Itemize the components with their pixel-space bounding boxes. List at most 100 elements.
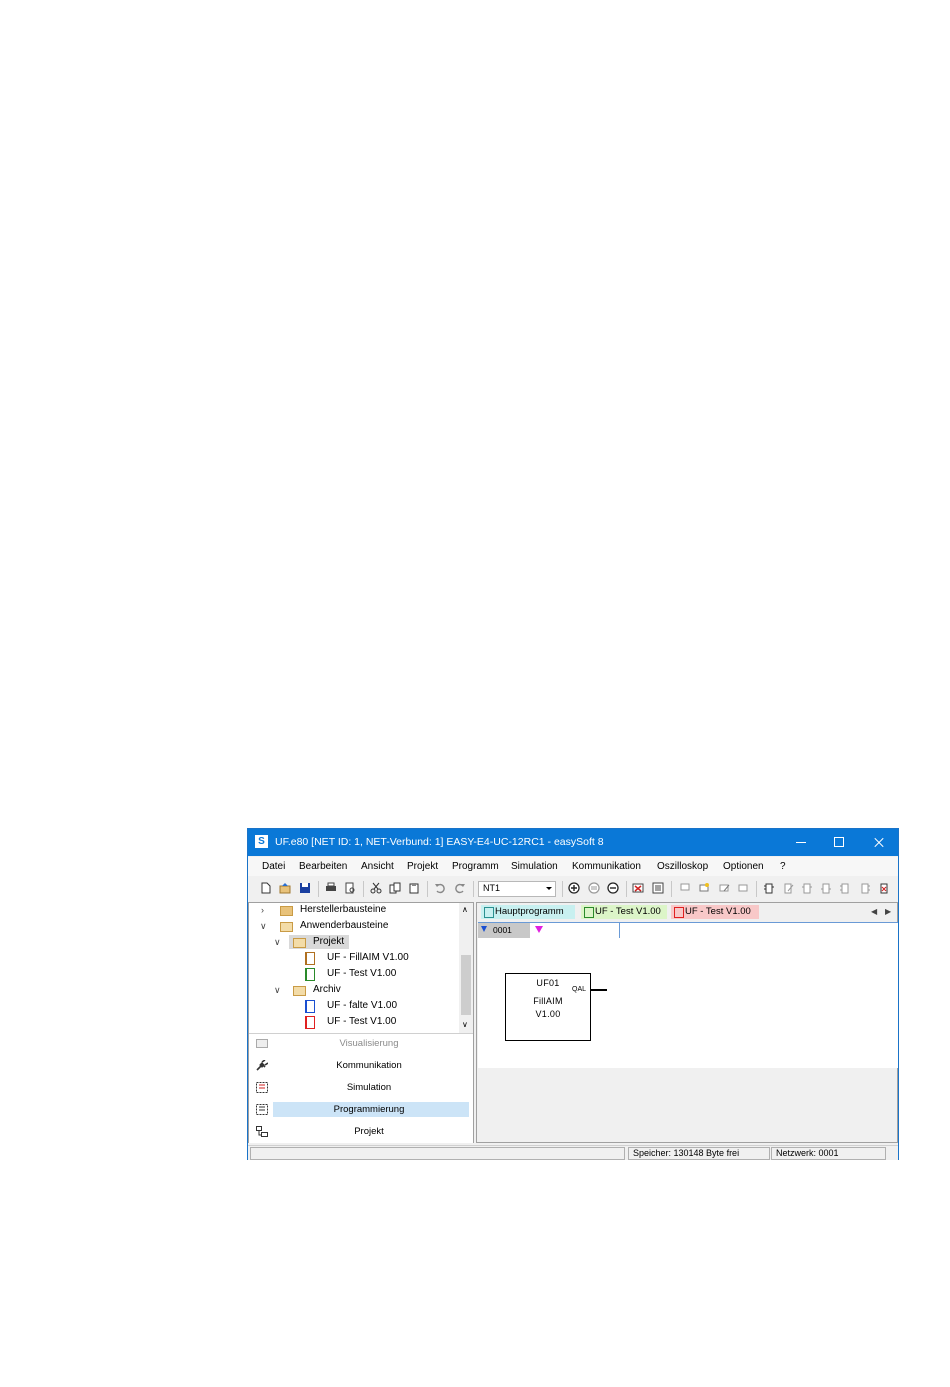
toolbar: NT1 [248,877,898,901]
edit-comment-icon[interactable] [718,882,730,894]
comment-icon[interactable] [679,882,691,894]
nav-simulation[interactable]: Simulation [249,1078,473,1098]
nav-label: Programmierung [333,1104,405,1115]
title-bar[interactable]: S UF.e80 [NET ID: 1, NET-Verbund: 1] EAS… [248,829,898,856]
easysoft-app-icon: S [255,835,268,848]
menu-simulation[interactable]: Simulation [511,861,558,872]
nav-label: Projekt [354,1126,384,1137]
block-name: FillAIM [533,996,563,1006]
menu-oszilloskop[interactable]: Oszilloskop [657,861,708,872]
status-network-text: Netzwerk: 0001 [776,1148,839,1158]
block-d-icon[interactable] [859,882,871,894]
menu-kommunikation[interactable]: Kommunikation [572,861,641,872]
program-canvas[interactable]: UF01 FillAIM V1.00 QAL [478,938,898,1068]
status-network: Netzwerk: 0001 [771,1147,886,1160]
status-cell-empty [250,1147,625,1160]
app-window: S UF.e80 [NET ID: 1, NET-Verbund: 1] EAS… [247,828,899,1160]
delete-network-icon[interactable] [632,882,644,894]
network-number[interactable]: 0001 [478,923,530,938]
tab-label: UF - Test V1.00 [595,906,661,917]
scroll-down-icon[interactable]: ∨ [462,1021,468,1029]
navigation-bar: Visualisierung Kommunikation Simulation … [249,1033,473,1143]
undo-icon[interactable] [434,882,446,894]
block-version: V1.00 [535,1009,561,1019]
minimize-button[interactable] [782,829,820,856]
tree-scrollbar[interactable]: ∧ ∨ [459,903,473,1033]
new-icon[interactable] [260,882,272,894]
network-marker-icon [535,926,543,933]
close-button[interactable] [860,829,898,856]
network-header: 0001 [478,922,898,939]
function-block[interactable]: UF01 FillAIM V1.00 QAL [505,973,607,1041]
nav-visualisierung[interactable]: Visualisierung [249,1034,473,1054]
chevron-down-icon[interactable]: ∨ [274,937,281,948]
nav-label: Visualisierung [339,1038,399,1049]
open-icon[interactable] [279,882,291,894]
properties-icon[interactable] [652,882,664,894]
menu-optionen[interactable]: Optionen [723,861,764,872]
print-icon[interactable] [325,882,337,894]
menu-help[interactable]: ? [780,861,786,872]
chevron-right-icon[interactable]: › [261,905,264,915]
copy-icon[interactable] [389,882,401,894]
network-number-label: 0001 [493,925,512,935]
tree-item-label: Archiv [313,984,341,995]
menu-bar: Datei Bearbeiten Ansicht Projekt Program… [248,857,898,876]
remove-comment-icon[interactable] [737,882,749,894]
menu-ansicht[interactable]: Ansicht [361,861,394,872]
block-c-icon[interactable] [839,882,851,894]
zoom-reset-icon[interactable] [588,882,600,894]
network-select[interactable]: NT1 [478,881,556,897]
edit-block-icon[interactable] [782,882,794,894]
folder-icon [280,906,293,916]
insert-block-icon[interactable] [763,882,775,894]
status-memory-text: Speicher: 130148 Byte frei [633,1148,740,1158]
nav-kommunikation[interactable]: Kommunikation [249,1056,473,1076]
save-icon[interactable] [299,882,311,894]
output-pin-label: QAL [572,986,587,993]
network-select-value: NT1 [483,883,501,893]
menu-projekt[interactable]: Projekt [407,861,438,872]
chevron-down-icon[interactable]: ∨ [260,921,267,932]
zoom-in-icon[interactable] [568,882,580,894]
editor-tabs: Hauptprogramm UF - Test V1.00 UF - Test … [477,903,897,921]
tree-item-label: Projekt [313,936,345,947]
output-wire[interactable] [590,989,607,991]
menu-bearbeiten[interactable]: Bearbeiten [299,861,347,872]
folder-open-icon [280,922,293,932]
menu-programm[interactable]: Programm [452,861,499,872]
tab-scroll-right-icon[interactable]: ▶ [885,907,891,916]
paste-icon[interactable] [408,882,420,894]
zoom-out-icon[interactable] [607,882,619,894]
maximize-button[interactable] [820,829,858,856]
chevron-down-icon[interactable]: ∨ [274,985,281,996]
block-a-icon[interactable] [801,882,813,894]
print-preview-icon[interactable] [344,882,356,894]
cut-icon[interactable] [370,882,382,894]
scrollbar-thumb[interactable] [461,955,471,1015]
uf-block-icon [305,1000,315,1013]
block-e-icon[interactable] [878,882,890,894]
project-panel: › Herstellerbausteine ∨ Anwenderbaustein… [248,902,474,1143]
window-title: UF.e80 [NET ID: 1, NET-Verbund: 1] EASY-… [275,836,604,848]
tree-item-label: Herstellerbausteine [300,904,387,915]
nav-programmierung[interactable]: Programmierung [249,1100,473,1120]
nav-projekt[interactable]: Projekt [249,1122,473,1142]
tab-scroll-left-icon[interactable]: ◀ [871,907,877,916]
scroll-up-icon[interactable]: ∧ [462,906,468,914]
add-comment-icon[interactable] [698,882,710,894]
tree-item-label: Anwenderbausteine [300,920,389,931]
redo-icon[interactable] [454,882,466,894]
tab-label: Hauptprogramm [495,906,564,917]
tab-uf-test-green[interactable]: UF - Test V1.00 [581,905,667,919]
tab-uf-test-red[interactable]: UF - Test V1.00 [671,905,759,919]
menu-datei[interactable]: Datei [262,861,285,872]
status-memory: Speicher: 130148 Byte frei [628,1147,770,1160]
tab-label: UF - Test V1.00 [685,906,751,917]
tab-hauptprogramm[interactable]: Hauptprogramm [481,905,575,919]
program-icon [484,907,494,918]
tree-item-label: UF - falte V1.00 [327,1000,398,1011]
chevron-down-icon [546,887,552,890]
nav-label: Simulation [346,1082,392,1093]
block-b-icon[interactable] [820,882,832,894]
